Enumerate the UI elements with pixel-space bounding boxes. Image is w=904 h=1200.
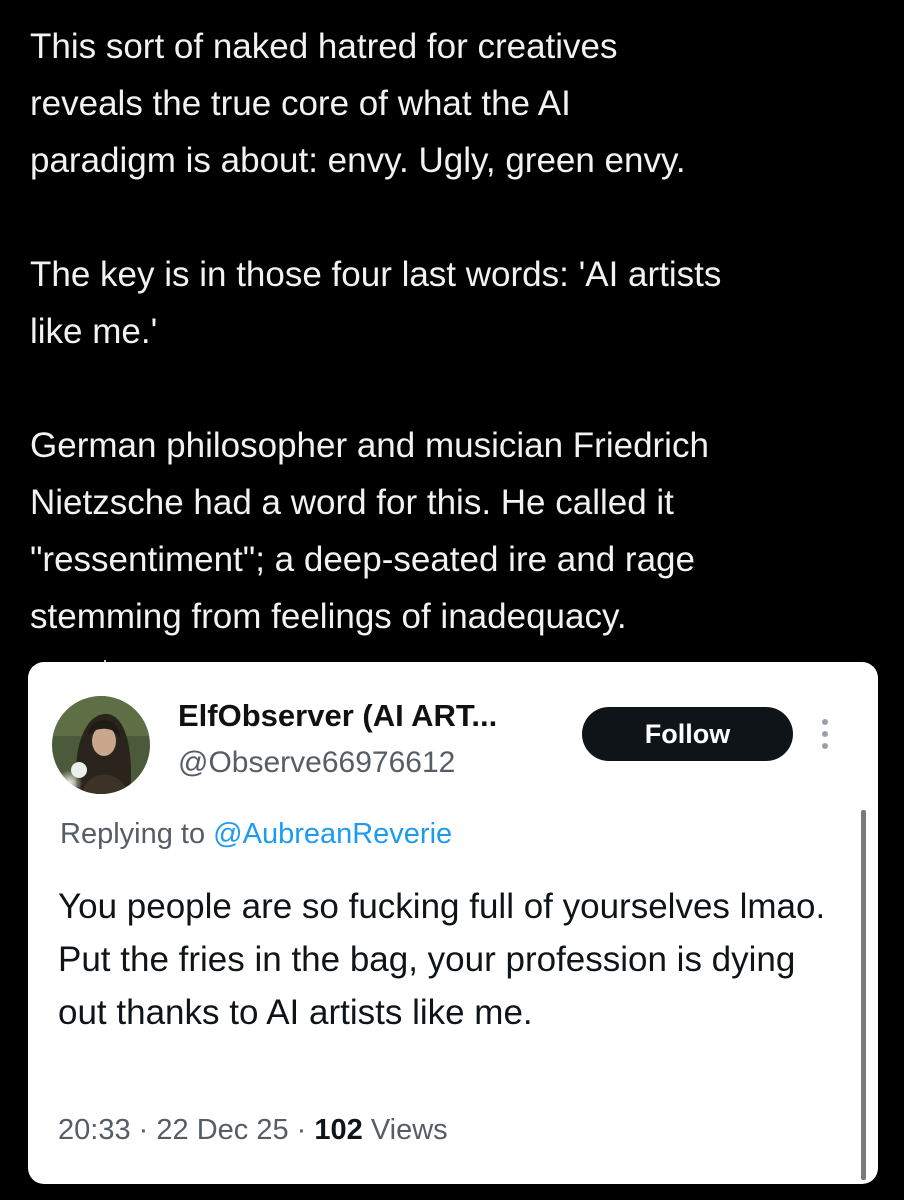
tweet-date[interactable]: 22 Dec 25 (156, 1114, 288, 1146)
more-vertical-icon[interactable] (818, 714, 832, 754)
avatar[interactable] (52, 696, 150, 794)
replying-prefix: Replying to (60, 818, 206, 850)
tweet-meta: 20:33 · 22 Dec 25 · 102 Views (58, 1114, 448, 1147)
follow-button[interactable]: Follow (582, 707, 793, 761)
replying-to-line: Replying to @AubreanReverie (60, 818, 452, 851)
post-paragraph-3: German philosopher and musician Friedric… (30, 426, 709, 636)
views-label: Views (370, 1114, 448, 1146)
post-text: This sort of naked hatred for creatives … (30, 18, 880, 645)
replying-to-link[interactable]: @AubreanReverie (213, 818, 452, 850)
tweet-time[interactable]: 20:33 (58, 1114, 131, 1146)
meta-separator-2: · (296, 1114, 307, 1146)
quoted-tweet-card[interactable]: ElfObserver (AI ART... @Observe66976612 … (28, 662, 878, 1184)
post-paragraph-1: This sort of naked hatred for creatives … (30, 27, 686, 180)
scrollbar[interactable] (861, 810, 866, 1180)
meta-separator: · (138, 1114, 149, 1146)
post-paragraph-2: The key is in those four last words: 'AI… (30, 255, 722, 351)
avatar-image-icon (52, 696, 150, 794)
display-name[interactable]: ElfObserver (AI ART... (178, 698, 497, 734)
views-count: 102 (314, 1114, 363, 1146)
reply-text: You people are so fucking full of yourse… (58, 887, 826, 1032)
user-handle[interactable]: @Observe66976612 (178, 746, 455, 780)
